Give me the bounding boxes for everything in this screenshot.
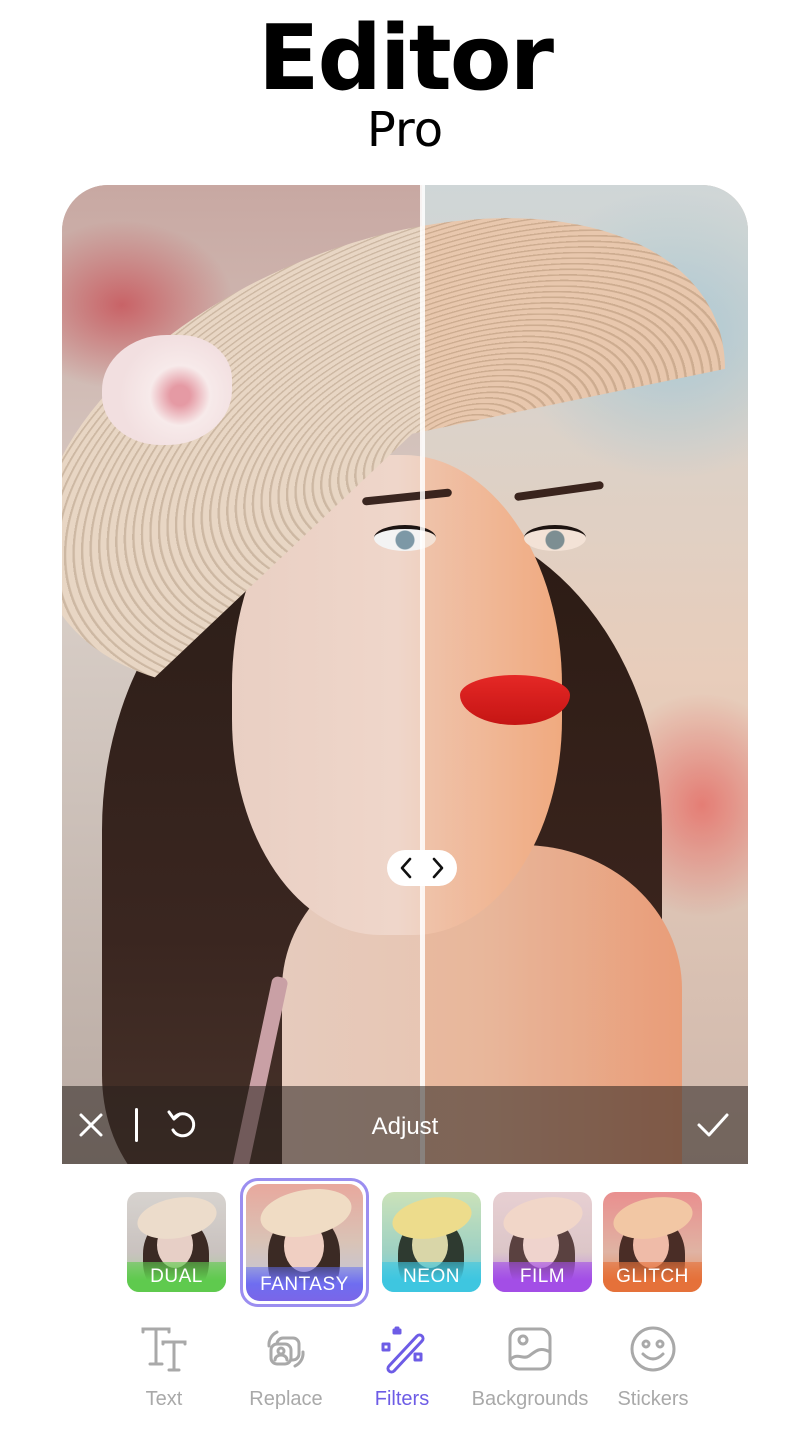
filter-film[interactable]: FILM bbox=[493, 1192, 592, 1292]
text-icon bbox=[141, 1327, 187, 1372]
photo-canvas[interactable]: Adjust bbox=[62, 185, 748, 1164]
chevron-left-icon bbox=[400, 857, 412, 879]
smiley-icon bbox=[630, 1326, 676, 1372]
photo-subject-eye bbox=[524, 525, 586, 551]
compare-slider-handle[interactable] bbox=[387, 850, 457, 886]
filter-neon[interactable]: NEON bbox=[382, 1192, 481, 1292]
app-title: Editor bbox=[258, 6, 554, 111]
filter-dual[interactable]: DUAL bbox=[127, 1192, 226, 1292]
magic-wand-icon bbox=[381, 1326, 425, 1374]
compare-divider[interactable] bbox=[420, 185, 425, 1164]
checkmark-icon[interactable] bbox=[696, 1110, 730, 1140]
tool-label: Stickers bbox=[617, 1388, 689, 1410]
tool-label: Backgrounds bbox=[471, 1388, 589, 1410]
tool-label: Filters bbox=[374, 1388, 430, 1410]
tool-bar: Text Replace Filters Backgrounds Sticker… bbox=[0, 1322, 810, 1422]
filter-label: DUAL bbox=[127, 1262, 226, 1292]
filter-label: FANTASY bbox=[246, 1267, 363, 1301]
tool-label: Text bbox=[145, 1388, 183, 1410]
filter-label: FILM bbox=[493, 1262, 592, 1292]
chevron-right-icon bbox=[432, 857, 444, 879]
app-subtitle: Pro bbox=[366, 102, 444, 158]
image-icon bbox=[508, 1327, 552, 1371]
tool-filters[interactable]: Filters bbox=[337, 1322, 467, 1411]
filter-fantasy[interactable]: FANTASY bbox=[246, 1184, 363, 1301]
toolbar-title: Adjust bbox=[371, 1113, 439, 1140]
filter-glitch[interactable]: GLITCH bbox=[603, 1192, 702, 1292]
tool-stickers[interactable]: Stickers bbox=[588, 1322, 718, 1411]
filter-strip: DUAL FANTASY NEON FILM GLITCH bbox=[0, 1178, 810, 1308]
filter-label: GLITCH bbox=[603, 1262, 702, 1292]
tool-replace[interactable]: Replace bbox=[221, 1322, 351, 1411]
replace-icon bbox=[267, 1330, 305, 1368]
tool-backgrounds[interactable]: Backgrounds bbox=[465, 1322, 595, 1411]
adjust-toolbar: Adjust bbox=[62, 1086, 748, 1164]
photo-subject-eye bbox=[374, 525, 436, 551]
photo-hat-flower bbox=[102, 335, 232, 445]
tool-text[interactable]: Text bbox=[99, 1322, 229, 1411]
filter-label: NEON bbox=[382, 1262, 481, 1292]
tool-label: Replace bbox=[249, 1388, 323, 1410]
